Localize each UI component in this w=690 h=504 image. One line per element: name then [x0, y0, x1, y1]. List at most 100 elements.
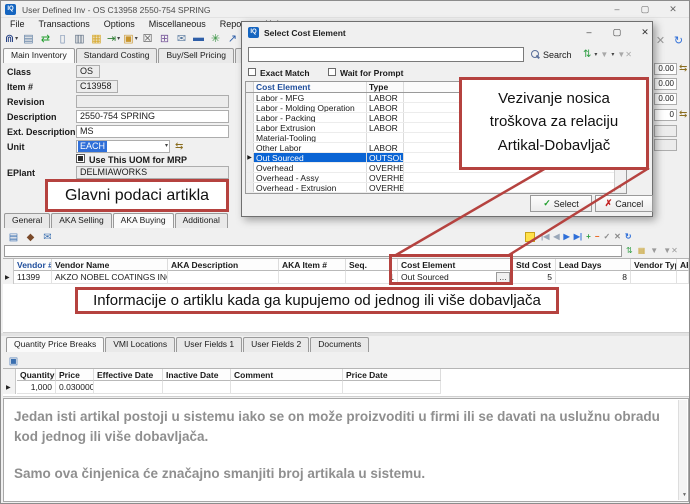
columns-icon[interactable]: ▦ [89, 30, 104, 46]
col-lead-days[interactable]: Lead Days [556, 259, 631, 271]
sort-icon[interactable]: ⇅ [583, 49, 591, 60]
filter-icon[interactable]: ▼ [650, 246, 658, 255]
cell-comment[interactable] [231, 381, 343, 394]
browse-icon[interactable]: ▣▾ [123, 30, 138, 46]
email-icon[interactable]: ✉ [40, 229, 55, 245]
uom-mrp-checkbox[interactable]: Use This UOM for MRP [76, 154, 196, 165]
col-price-date[interactable]: Price Date [343, 369, 441, 381]
minimize-icon[interactable]: – [607, 3, 627, 16]
search-input[interactable] [248, 47, 524, 62]
cell-lead_days[interactable]: 8 [556, 271, 631, 284]
col-inactive-date[interactable]: Inactive Date [163, 369, 231, 381]
side-field-2[interactable]: 0.00 [654, 93, 677, 105]
sort-menu-icon[interactable]: ▾ [594, 51, 597, 58]
cell-vendor_type[interactable] [631, 271, 677, 284]
field-class[interactable]: OS [76, 65, 100, 78]
find-icon[interactable]: ⋒▾ [4, 30, 19, 46]
maximize-icon[interactable]: ▢ [608, 25, 626, 39]
tab-standard-costing[interactable]: Standard Costing [76, 48, 158, 63]
cell-vendor_name[interactable]: AKZO NOBEL COATINGS INC [52, 271, 168, 284]
cancel-edit-icon[interactable]: ✕ [614, 232, 621, 241]
chevron-down-icon[interactable]: ▾ [15, 35, 18, 42]
next-record-icon[interactable]: ▶ [564, 232, 570, 241]
add-record-icon[interactable]: ▤ [6, 229, 21, 245]
tab-documents[interactable]: Documents [310, 337, 369, 352]
side-link-icon[interactable]: ⇆ [679, 63, 687, 75]
print-icon[interactable]: ▥ [72, 30, 87, 46]
tab-user-fields-2[interactable]: User Fields 2 [243, 337, 309, 352]
grid-filter-input[interactable] [4, 245, 622, 257]
cell-vendor_no[interactable]: 11399 [14, 271, 52, 284]
side-field-3[interactable]: 0 [654, 109, 677, 121]
email-icon[interactable]: ✉ [174, 30, 189, 46]
menu-miscellaneous[interactable]: Miscellaneous [142, 18, 213, 30]
last-record-icon[interactable]: ▶| [574, 232, 582, 241]
uom-conversion-icon[interactable]: ⇆ [175, 141, 183, 153]
filter-clear-icon[interactable]: ▼✕ [663, 246, 678, 255]
field-revision[interactable] [76, 95, 229, 108]
report-icon[interactable]: ▬ [191, 30, 206, 46]
refresh-icon[interactable]: ↻ [625, 232, 632, 241]
sort-icon[interactable]: ⇅ [626, 246, 633, 255]
remove-cart-icon[interactable]: ☒ [140, 30, 155, 46]
close-icon[interactable]: ✕ [663, 3, 683, 16]
prior-record-icon[interactable]: ◀ [553, 232, 559, 241]
menu-file[interactable]: File [3, 18, 32, 30]
cost-element-row[interactable]: Overhead - AssyOVERHEAD [246, 173, 626, 183]
select-button[interactable]: ✓ Select [530, 195, 592, 212]
field-eplant[interactable]: DELMIAWORKS [76, 166, 229, 179]
chevron-down-icon[interactable]: ▾ [165, 141, 168, 152]
col-comment[interactable]: Comment [231, 369, 343, 381]
copy-grid-icon[interactable]: ▣ [6, 353, 21, 369]
menu-transactions[interactable]: Transactions [32, 18, 97, 30]
cell-price_date[interactable] [343, 381, 441, 394]
tab-additional[interactable]: Additional [175, 213, 228, 228]
new-document-icon[interactable]: ▯ [55, 30, 70, 46]
unit-combobox[interactable]: EACH▾ [76, 140, 170, 153]
filter-clear-icon[interactable]: ▼✕ [617, 50, 632, 59]
maximize-icon[interactable]: ▢ [635, 3, 655, 16]
exit-icon[interactable]: ⇥▾ [106, 30, 121, 46]
search-icon[interactable] [531, 50, 540, 59]
chevron-down-icon[interactable]: ▾ [135, 35, 138, 42]
cell-std_cost[interactable]: 5 [513, 271, 556, 284]
col-vendor-name[interactable]: Vendor Name [52, 259, 168, 271]
minimize-icon[interactable]: – [580, 25, 598, 39]
side-field-1[interactable]: 0.00 [654, 78, 677, 90]
filter-icon[interactable]: ▼ [600, 50, 608, 59]
col-aka-ext[interactable]: AKA Ext [677, 259, 689, 271]
column-type[interactable]: Type [367, 82, 404, 92]
side-field-4[interactable] [654, 125, 677, 137]
cell-effective_date[interactable] [94, 381, 163, 394]
refresh-icon[interactable]: ↻ [671, 32, 686, 48]
scroll-down-icon[interactable]: ▼ [615, 184, 626, 190]
close-icon[interactable]: ✕ [636, 25, 654, 39]
cancel-icon[interactable]: ✕ [653, 32, 668, 48]
col-vendor-type[interactable]: Vendor Type [631, 259, 677, 271]
first-record-icon[interactable]: |◀ [541, 232, 549, 241]
search-label[interactable]: Search [543, 50, 572, 60]
side-link-icon[interactable]: ⇆ [679, 109, 687, 121]
menu-options[interactable]: Options [97, 18, 142, 30]
col-vendor[interactable]: Vendor # [14, 259, 52, 271]
chevron-down-icon[interactable]: ▾ [117, 35, 120, 42]
system-setup-icon[interactable]: ✳ [208, 30, 223, 46]
tab-user-fields-1[interactable]: User Fields 1 [176, 337, 242, 352]
scroll-down-icon[interactable]: ▼ [679, 492, 690, 498]
transfer-icon[interactable]: ⇄ [38, 30, 53, 46]
grid-options-icon[interactable]: ▦ [638, 246, 646, 255]
tab-vmi-locations[interactable]: VMI Locations [105, 337, 175, 352]
field-description[interactable]: 2550-754 SPRING [76, 110, 229, 123]
col-aka-description[interactable]: AKA Description [168, 259, 279, 271]
side-field-5[interactable] [654, 139, 677, 151]
col-std-cost[interactable]: Std Cost [513, 259, 556, 271]
col-aka-item[interactable]: AKA Item # [279, 259, 346, 271]
cell-aka_item[interactable] [279, 271, 346, 284]
chart-icon[interactable]: ↗ [225, 30, 240, 46]
field-item[interactable]: C13958 [76, 80, 118, 93]
tab-quantity-price-breaks[interactable]: Quantity Price Breaks [6, 337, 104, 352]
col-effective-date[interactable]: Effective Date [94, 369, 163, 381]
column-cost-element[interactable]: Cost Element [254, 82, 367, 92]
print-preview-icon[interactable]: ▤ [21, 30, 36, 46]
cell-aka_description[interactable] [168, 271, 279, 284]
